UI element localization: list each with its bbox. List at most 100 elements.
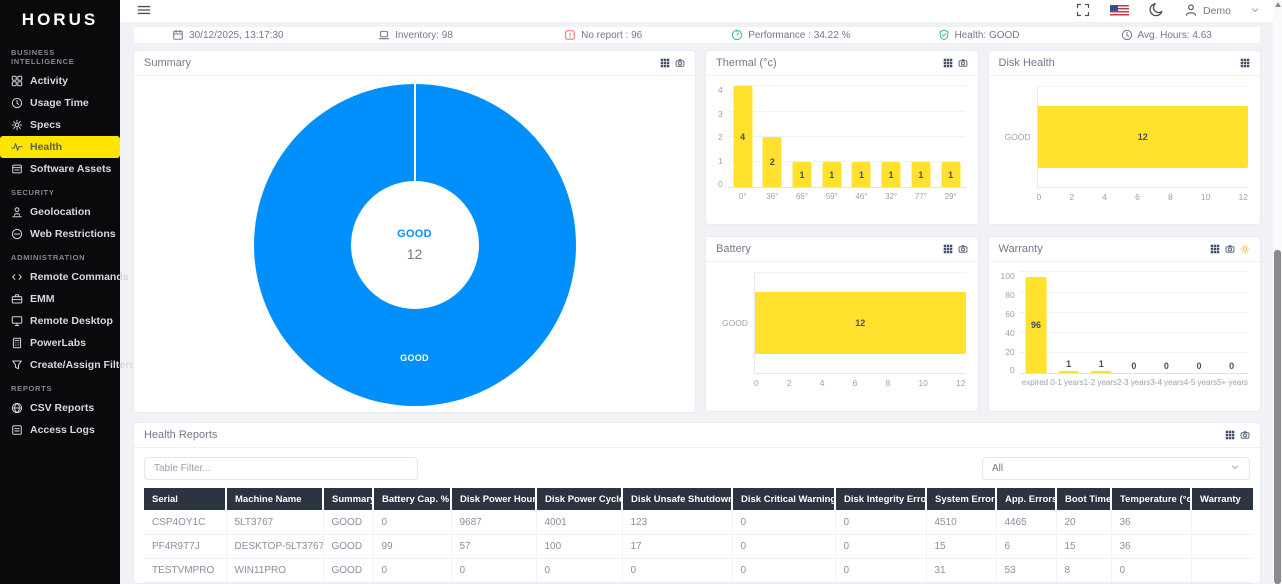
grid-icon[interactable]	[1225, 430, 1235, 440]
block-icon	[11, 228, 23, 240]
table-wrapper: SerialMachine NameSummaryBattery Cap. %D…	[134, 488, 1260, 583]
table-cell	[1191, 558, 1253, 582]
bar-value-label: 0	[1118, 361, 1151, 371]
table-cell: GOOD	[323, 534, 373, 558]
stat-text: Health: GOOD	[955, 30, 1020, 41]
sidebar-item-csv-reports[interactable]: CSV Reports	[0, 397, 120, 419]
card-actions	[1240, 58, 1250, 68]
y-axis-category-label: GOOD	[718, 272, 748, 374]
sidebar-item-access-logs[interactable]: Access Logs	[0, 419, 120, 441]
bar-value-label: 2	[757, 157, 787, 167]
sidebar-item-emm[interactable]: EMM	[0, 288, 120, 310]
x-axis-tick: 12	[956, 378, 965, 388]
health-reports-header: Health Reports	[134, 423, 1260, 448]
column-header: Boot Time	[1056, 488, 1111, 510]
camera-icon[interactable]	[1225, 244, 1235, 254]
stat-text: 30/12/2025, 13:17:30	[189, 30, 284, 41]
column-header: System Errors	[926, 488, 996, 510]
table-cell: 17	[622, 534, 732, 558]
table-toolbar: All	[134, 448, 1260, 488]
health-reports-table: SerialMachine NameSummaryBattery Cap. %D…	[144, 488, 1253, 583]
camera-icon[interactable]	[675, 58, 685, 68]
camera-icon[interactable]	[1240, 430, 1250, 440]
table-cell: 0	[373, 558, 451, 582]
card-actions	[1210, 244, 1250, 254]
table-cell	[1191, 534, 1253, 558]
sidebar-item-activity[interactable]: Activity	[0, 70, 120, 92]
table-cell: 0	[732, 534, 835, 558]
sidebar-item-label: Activity	[30, 75, 68, 87]
y-axis-tick: 20	[1005, 348, 1014, 356]
bar-GOOD[interactable]: 12	[1038, 106, 1249, 168]
sidebar-item-label: Health	[30, 141, 62, 153]
charts-grid: Summary GOOD GOOD 12	[133, 50, 1261, 413]
dark-mode-button[interactable]	[1149, 2, 1164, 20]
fullscreen-button[interactable]	[1076, 3, 1090, 20]
sidebar-item-label: Remote Commands	[30, 271, 129, 283]
table-cell: 9687	[451, 510, 536, 534]
warranty-card: Warranty 10080604020096110000expired0-1 …	[988, 236, 1262, 412]
sidebar-item-specs[interactable]: Specs	[0, 114, 120, 136]
location-icon	[11, 206, 23, 218]
column-header: Disk Integrity Errors	[835, 488, 926, 510]
card-title: Thermal (°c)	[716, 57, 777, 69]
sidebar-item-powerlabs[interactable]: PowerLabs	[0, 332, 120, 354]
table-cell: GOOD	[323, 510, 373, 534]
topbar-actions: Demo	[1076, 2, 1260, 20]
bar-GOOD[interactable]: 12	[755, 292, 966, 354]
table-cell: DESKTOP-5LT3767	[226, 534, 323, 558]
camera-icon[interactable]	[958, 244, 968, 254]
column-header: Warranty	[1191, 488, 1253, 510]
scrollbar-thumb[interactable]	[1274, 250, 1281, 584]
table-cell: 53	[996, 558, 1056, 582]
globe-icon	[11, 402, 23, 414]
settings-icon[interactable]	[1240, 244, 1250, 254]
calendar-icon	[172, 29, 184, 41]
bar-1-2 years[interactable]	[1091, 371, 1112, 373]
table-cell: 6	[996, 534, 1056, 558]
bar-0-1 years[interactable]	[1058, 371, 1079, 373]
sidebar-item-web-restrictions[interactable]: Web Restrictions	[0, 223, 120, 245]
x-axis-tick: 0	[754, 378, 759, 388]
table-cell: PF4R9T7J	[144, 534, 226, 558]
grid-icon[interactable]	[943, 244, 953, 254]
table-row: TESTVMPROWIN11PROGOOD000000315380	[144, 558, 1253, 582]
sidebar-item-health[interactable]: Health	[0, 136, 120, 158]
bar-value-label: 12	[1138, 132, 1148, 142]
x-axis-label: 2-3 years	[1117, 378, 1150, 387]
small-charts-grid: Thermal (°c) 43210421111110°36°66°59°46°…	[705, 50, 1261, 413]
table-cell: 0	[835, 534, 926, 558]
sidebar-item-geolocation[interactable]: Geolocation	[0, 201, 120, 223]
sidebar-item-software-assets[interactable]: Software Assets	[0, 158, 120, 180]
language-button[interactable]	[1110, 5, 1129, 17]
table-cell: 0	[835, 558, 926, 582]
column-header: Disk Power Hours	[451, 488, 536, 510]
grid-icon[interactable]	[660, 58, 670, 68]
main-area: Demo 30/12/2025, 13:17:30Inventory: 98No…	[120, 0, 1282, 584]
page-scrollbar[interactable]	[1273, 0, 1282, 584]
sidebar-item-remote-commands[interactable]: Remote Commands	[0, 266, 120, 288]
grid-icon[interactable]	[1210, 244, 1220, 254]
table-filter-input[interactable]	[144, 457, 418, 480]
x-axis-tick: 10	[1201, 192, 1210, 202]
sidebar-item-usage-time[interactable]: Usage Time	[0, 92, 120, 114]
grid-icon[interactable]	[1240, 58, 1250, 68]
sidebar-item-label: Access Logs	[30, 424, 95, 436]
stat-text: No report : 96	[581, 30, 642, 41]
brand-logo: HORUS	[0, 6, 120, 40]
table-header-row: SerialMachine NameSummaryBattery Cap. %D…	[144, 488, 1253, 510]
donut-slice-good[interactable]: GOOD GOOD 12	[254, 84, 576, 406]
user-menu[interactable]: Demo	[1184, 3, 1260, 20]
x-axis-tick: 4	[1102, 192, 1107, 202]
scrollbar-up-arrow[interactable]	[1275, 2, 1281, 7]
menu-toggle-button[interactable]	[136, 2, 152, 21]
grid-icon[interactable]	[943, 58, 953, 68]
sidebar-item-create-assign-filters[interactable]: Create/Assign Filters	[0, 354, 120, 376]
topbar: Demo	[120, 0, 1282, 23]
x-axis-label: 32°	[876, 192, 906, 201]
us-flag-icon	[1110, 5, 1129, 17]
fullscreen-icon	[1076, 3, 1090, 20]
column-filter-select[interactable]: All	[982, 457, 1250, 480]
sidebar-item-remote-desktop[interactable]: Remote Desktop	[0, 310, 120, 332]
camera-icon[interactable]	[958, 58, 968, 68]
